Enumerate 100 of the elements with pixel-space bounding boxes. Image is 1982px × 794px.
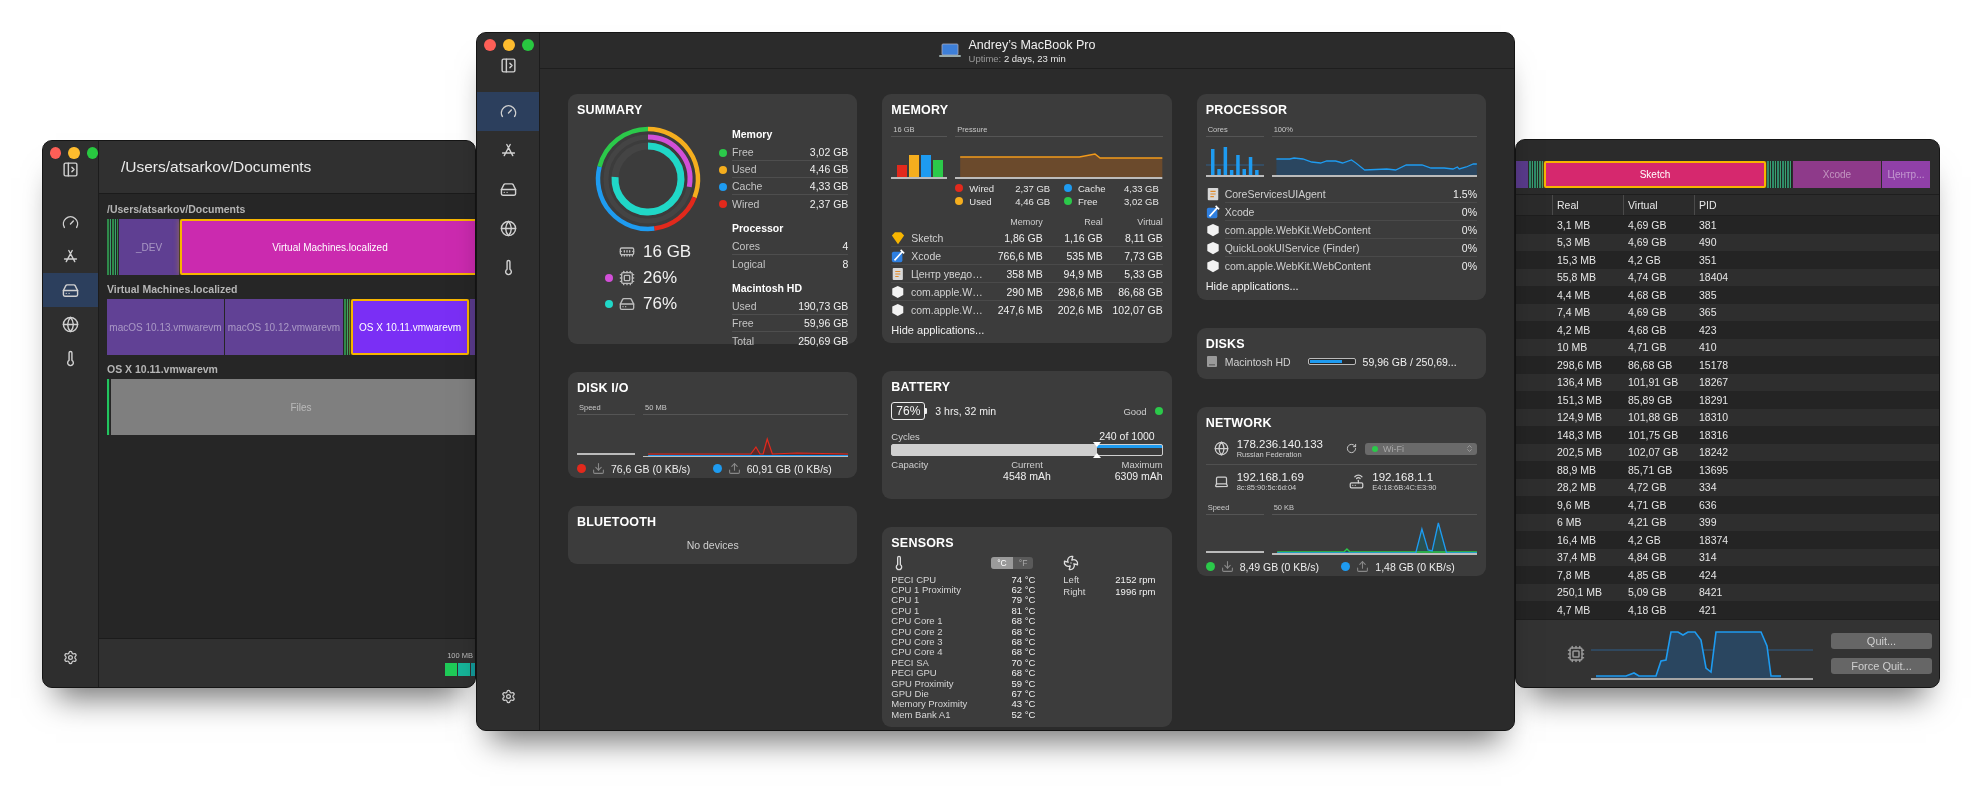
table-cell-text: 399 [1698,516,1718,529]
legend-label: Free [1078,195,1099,207]
card-title: BATTERY [891,380,952,394]
chevrons-icon [1465,444,1474,453]
status-dot [1154,407,1163,415]
hide-applications-link[interactable]: Hide applications... [1205,280,1477,292]
sensor-name: CPU Core 4 [891,646,943,658]
sidebar-toggle-icon[interactable] [62,160,79,178]
minimize-button[interactable] [68,147,80,159]
table-cell-text: 124,9 MB [1556,411,1603,424]
table-cell-text: 410 [1698,341,1718,354]
table-cell-text: 385 [1698,288,1718,301]
sensor-name: GPU Die [891,688,929,699]
settings-icon[interactable] [63,650,78,665]
app-name: Центр уведо… [910,267,983,280]
disk-usage: 59,96 GB / 250,69... [1362,355,1457,368]
table-cell-text: 250,1 MB [1556,586,1603,599]
table-cell-text: 85,89 GB [1627,393,1674,406]
globe-icon [1213,441,1229,456]
laptop-icon [1213,474,1229,489]
table-cell-text: 4,69 GB [1627,236,1668,249]
section-title: OS X 10.11.vmwarevm [107,363,219,375]
treemap-block[interactable]: Virtual Machines.localized [180,219,475,275]
treemap-block[interactable]: Sketch [1544,161,1766,188]
table-cell-text: 7,4 MB [1556,306,1592,319]
document-icon [1205,187,1220,201]
upload-icon [1356,560,1370,573]
download-icon [592,462,605,475]
sidebar-item[interactable] [43,273,98,307]
sidebar-toggle-icon[interactable] [499,56,517,74]
stat-label: Used [732,163,757,175]
table-cell-text: 4,68 GB [1627,323,1668,336]
router-ip: 192.168.1.1 [1372,471,1435,483]
zoom-button[interactable] [522,39,534,51]
column-header[interactable]: Real [1552,195,1623,215]
treemap-block[interactable]: OS X 10.11.vmwarevm [351,299,469,355]
window-title: Andrey’s MacBook Pro [968,37,1096,52]
close-button[interactable] [484,39,496,51]
stat-value: 3,02 GB [809,146,849,158]
close-button[interactable] [50,147,62,159]
refresh-icon[interactable] [1346,443,1357,454]
legend-value: 2,37 GB [1015,182,1051,194]
sensor-name: CPU 1 [891,594,920,606]
treemap-block[interactable]: macOS 10.12.vmwarevm [225,299,343,355]
transfer-total: 76,6 GB (0 KB/s) [611,462,691,475]
card-title: DISKS [1205,337,1246,351]
table-cell-text: 6 MB [1556,516,1583,529]
table-cell-text: 9,6 MB [1556,498,1592,511]
card-title: DISK I/O [577,381,630,395]
quit-button[interactable]: Quit... [1831,633,1932,649]
table-cell-text: 101,91 GB [1627,376,1680,389]
column-header[interactable]: Virtual [1623,195,1694,215]
table-cell-text: 4,69 GB [1627,218,1668,231]
table-cell-text: 88,9 MB [1556,463,1598,476]
transfer-total: 60,91 GB (0 KB/s) [746,462,832,475]
table-cell-text: 314 [1698,551,1718,564]
table-cell-text: 148,3 MB [1556,428,1603,441]
legend-value: 4,46 GB [1015,195,1051,207]
stat-value: 4,46 GB [809,163,849,175]
cube-icon [1205,259,1220,273]
treemap-block[interactable]: Центр... [1882,161,1930,188]
table-cell-text: 4,69 GB [1627,306,1668,319]
treemap-block[interactable]: macOS 10.13.vmwarevm [107,299,224,355]
drive-icon [499,181,517,198]
table-cell-text: 358 MB [1005,267,1043,280]
card-title: BLUETOOTH [577,515,658,529]
sensor-value: 81 °C [1011,604,1036,616]
legend-label: Cache [1078,182,1107,194]
health-label: Good [1123,405,1147,417]
table-cell-text: 18267 [1698,376,1730,389]
hide-applications-link[interactable]: Hide applications... [891,324,1163,336]
cpu-usage: 0% [1461,223,1477,236]
unit-toggle[interactable]: °F [1012,557,1034,569]
table-cell-text: 298,6 MB [1556,358,1603,371]
fan-icon [1063,555,1080,571]
minimize-button[interactable] [503,39,515,51]
table-cell-text: 4,21 GB [1627,516,1668,529]
cpu-usage: 0% [1461,241,1477,254]
force-quit-button[interactable]: Force Quit... [1831,658,1932,674]
treemap-block[interactable]: Files [111,379,475,435]
table-cell-text: 18310 [1698,411,1730,424]
zoom-button[interactable] [86,147,98,159]
unit-toggle[interactable]: °C [991,557,1013,569]
card-title: PROCESSOR [1205,103,1289,117]
table-cell-text: 4,4 MB [1556,288,1592,301]
table-cell-text: 86,68 GB [1627,358,1674,371]
table-cell-text: 490 [1698,236,1718,249]
drive-icon [62,281,79,299]
group-title: Processor [732,222,785,234]
table-cell-text: 18374 [1698,533,1730,546]
table-cell-text: 334 [1698,481,1718,494]
table-cell-text: 18242 [1698,446,1730,459]
table-cell-text: 86,68 GB [1117,285,1163,298]
treemap-block[interactable]: Xcode [1793,161,1881,188]
stat-value: 4,33 GB [809,180,849,192]
column-header[interactable]: PID [1694,195,1939,215]
table-cell-text: 18316 [1698,428,1730,441]
interface-select[interactable]: Wi-Fi [1365,442,1477,455]
settings-icon[interactable] [500,689,516,704]
treemap-block[interactable]: _DEV [119,219,179,275]
